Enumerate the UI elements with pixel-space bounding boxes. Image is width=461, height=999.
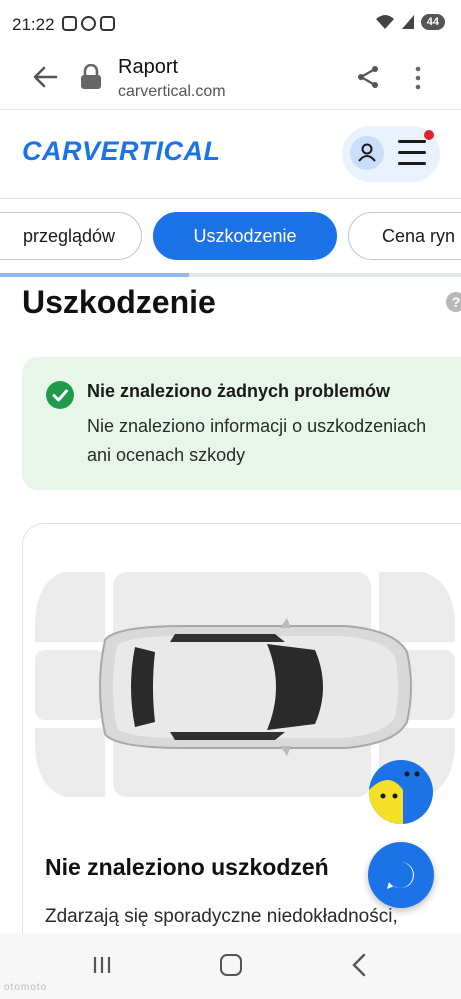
section-title: Uszkodzenie [22,284,216,320]
car-top-view [99,618,412,756]
status-time: 21:22 [12,15,55,34]
account-menu-pill[interactable] [342,126,440,182]
tab-label: przeglądów [22,225,116,246]
tabs-scroll-progress-fill [0,273,189,277]
wifi-icon [375,15,394,29]
zone-left-front [35,650,105,720]
chat-button[interactable] [368,842,434,908]
zone-front-right [379,572,455,642]
assistant-avatar[interactable] [369,760,433,824]
tab-przeglady[interactable]: przeglądów [0,212,142,260]
recent-apps-icon[interactable] [92,955,112,975]
battery-indicator: 44 [420,14,445,30]
back-arrow-icon[interactable] [30,62,60,92]
tab-label: Uszkodzenie [193,225,297,246]
lock-icon[interactable] [80,64,102,90]
zone-rear-left [35,728,105,797]
notification-icons [62,16,115,31]
help-icon[interactable]: ? [446,292,461,312]
browser-bar: Raport carvertical.com [0,50,461,110]
signal-icon [401,15,414,29]
site-header: CARVERTICAL [0,110,461,198]
check-circle-icon [46,381,74,409]
header-divider [0,198,461,199]
section-tabs: przeglądów Uszkodzenie Cena ryn [0,212,461,260]
app-icon [100,16,115,31]
share-icon[interactable] [356,65,380,89]
watermark: otomoto [4,982,48,993]
no-problems-card: Nie znaleziono żadnych problemów Nie zna… [22,357,461,490]
system-back-icon[interactable] [350,953,368,977]
tab-label: Cena ryn [382,225,456,246]
chat-bubble-icon [387,862,414,889]
assistant-bot-icon [369,760,433,824]
home-button-icon[interactable] [220,954,242,976]
page-url[interactable]: carvertical.com [118,83,226,101]
status-right: 44 [375,14,445,30]
tabs-scroll-progress [0,273,461,277]
system-nav-bar [0,933,461,999]
notification-dot [424,130,434,140]
tab-cena-rynkowa[interactable]: Cena ryn [348,212,461,260]
whatsapp-icon [81,16,96,31]
hamburger-menu-icon[interactable] [398,140,426,166]
screenshot-icon [62,16,77,31]
status-bar: 21:22 44 [0,0,461,50]
page-title: Raport [118,56,179,78]
tab-uszkodzenie[interactable]: Uszkodzenie [153,212,337,260]
user-icon [358,143,376,162]
user-button[interactable] [350,136,384,170]
carvertical-logo[interactable]: CARVERTICAL [22,136,221,167]
no-problems-text: Nie znaleziono informacji o uszkodzeniac… [87,416,427,465]
no-problems-title: Nie znaleziono żadnych problemów [87,381,391,401]
more-options-icon[interactable] [408,65,428,91]
no-damage-title: Nie znaleziono uszkodzeń [45,854,329,880]
no-damage-text: Zdarzają się sporadyczne niedokładności, [45,906,398,927]
zone-front-left [35,572,105,642]
